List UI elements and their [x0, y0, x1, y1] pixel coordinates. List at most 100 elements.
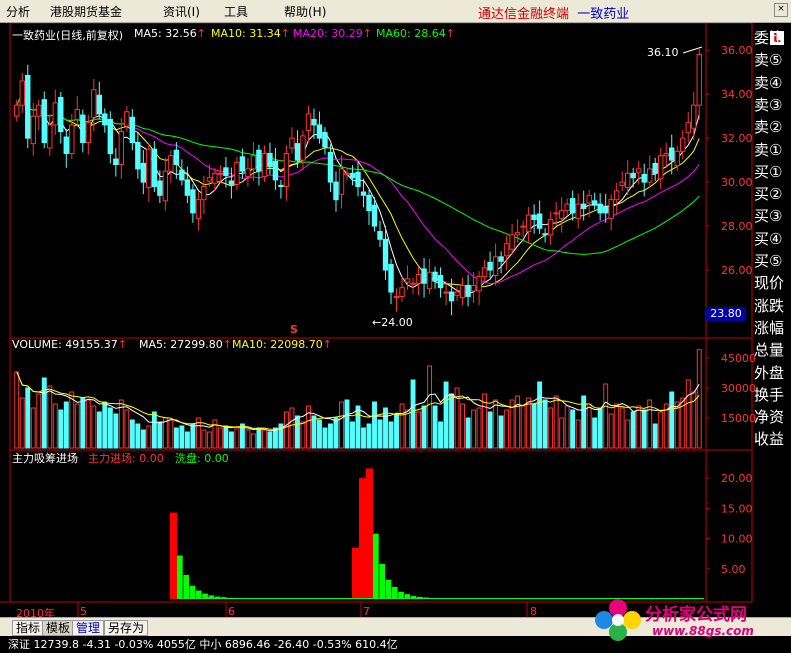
candle-body [184, 179, 191, 196]
volume-bar [531, 403, 537, 449]
tab-manage[interactable]: 管理 [72, 620, 105, 636]
volume-bar [250, 433, 256, 449]
volume-bar [493, 399, 499, 449]
volume-bar [245, 429, 251, 449]
ma60-value: MA60: 28.64 [376, 27, 446, 40]
volume-bar [184, 431, 190, 449]
volume-bar [190, 423, 196, 449]
volume-bar [438, 421, 444, 449]
current-price-tag: 23.80 [706, 307, 746, 321]
candle-body [437, 275, 444, 289]
volume-bar [228, 431, 234, 449]
volume-bar [102, 401, 108, 449]
candle-body [377, 231, 383, 240]
candle-body [613, 190, 620, 201]
up-arrow-icon: ↑ [196, 27, 206, 40]
volume-bar [570, 409, 576, 449]
candle-body [135, 142, 141, 170]
candle-body [448, 291, 455, 302]
candle-body [96, 94, 103, 115]
candle-body [366, 194, 372, 212]
candle-body [47, 124, 53, 149]
candle-body [305, 113, 312, 131]
volume-bar [597, 407, 603, 449]
menu-hk-futures-funds[interactable]: 港股期货基金 [50, 3, 122, 20]
volume-bar [372, 401, 377, 449]
price-tick-label: 30.00 [721, 176, 753, 189]
candle-body [85, 122, 92, 144]
high-price-label: 36.10 [647, 46, 679, 59]
candle-body [146, 148, 152, 189]
up-arrow-icon: ↑ [280, 27, 290, 40]
candle-body [217, 172, 224, 175]
tab-template[interactable]: 模板 [42, 620, 75, 636]
candle-body [190, 189, 196, 214]
volume-bar [52, 403, 58, 449]
candle-body [168, 155, 174, 172]
candle-body [426, 271, 433, 290]
candle-body [69, 124, 75, 155]
stock-name: 一致药业 [577, 7, 630, 22]
volume-bar [124, 409, 130, 449]
volume-bar [405, 409, 410, 449]
volume-bar [487, 411, 493, 449]
ma20-value: MA20: 30.29 [293, 27, 363, 40]
volume-bar [322, 427, 328, 449]
candle-body [256, 149, 262, 172]
candle-body [542, 233, 548, 236]
quote-panel-item: 买② [754, 185, 783, 204]
candle-body [63, 136, 69, 155]
volume-bar [674, 401, 680, 449]
candle-body [74, 109, 80, 120]
candle-body [503, 243, 510, 257]
ma10-readout: MA10: 31.34↑ [211, 27, 290, 40]
candle-body [591, 200, 598, 205]
candle-body [80, 114, 86, 144]
candle-body [52, 102, 58, 126]
volume-bar [421, 405, 427, 449]
candle-body [360, 191, 367, 196]
volume-bar [553, 395, 559, 449]
candle-body [619, 181, 625, 186]
candle-body [520, 225, 526, 228]
volume-bar [289, 407, 295, 449]
candle-body [415, 273, 422, 284]
ma5-readout: MA5: 32.56↑ [134, 27, 206, 40]
volume-bar [394, 413, 399, 449]
candle-body [382, 238, 389, 271]
tab-indicator[interactable]: 指标 [12, 620, 45, 636]
menu-info[interactable]: 资讯(I) [163, 3, 200, 20]
volume-bar [267, 431, 273, 449]
candle-body [509, 234, 515, 250]
candle-body [459, 284, 466, 299]
volume-bar [696, 349, 702, 449]
volume-bar [614, 403, 620, 449]
volume-bar [295, 415, 300, 449]
quote-panel-item: 现价 [754, 274, 785, 293]
volume-bar [30, 407, 36, 449]
candle-body [349, 172, 356, 179]
volume-bar [328, 423, 333, 449]
wash-bar [183, 574, 189, 599]
volume-bar [652, 423, 658, 449]
sell-signal-marker: S [290, 323, 298, 336]
menu-tools[interactable]: 工具 [224, 3, 248, 20]
volume-bar [283, 411, 289, 449]
candle-body [250, 155, 257, 170]
volume-tick-label: 45000 [721, 352, 756, 365]
quote-panel-item: 净资 [754, 408, 785, 427]
tab-save-as[interactable]: 另存为 [104, 620, 149, 636]
candle-body [641, 173, 647, 183]
inflow-bar [170, 512, 177, 599]
quote-panel-item: 外盘 [754, 363, 785, 382]
close-icon[interactable]: × [774, 3, 788, 17]
menu-analysis[interactable]: 分析 [6, 3, 30, 20]
menu-help[interactable]: 帮助(H) [284, 3, 326, 20]
volume-bar [361, 427, 366, 449]
volume-bar [564, 405, 570, 449]
candle-body [630, 172, 636, 179]
candle-body [300, 135, 306, 161]
candle-body [162, 170, 169, 202]
candle-body [531, 214, 537, 220]
candle-body [393, 295, 400, 299]
